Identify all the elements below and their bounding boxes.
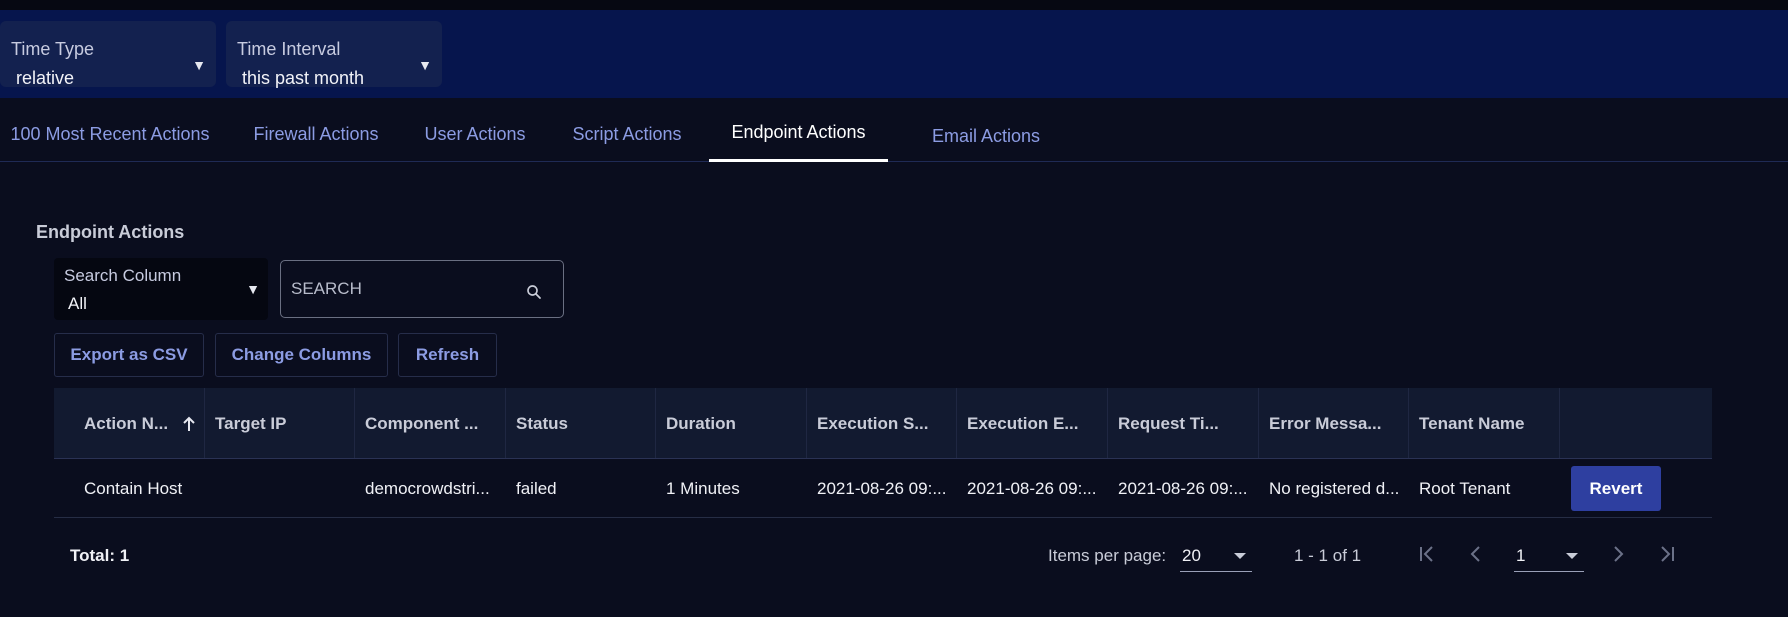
section-title: Endpoint Actions — [36, 222, 185, 242]
next-page-icon[interactable] — [1606, 542, 1630, 566]
column-header-actions — [1560, 388, 1712, 458]
search-input[interactable] — [291, 277, 511, 301]
column-header-target-ip[interactable]: Target IP — [205, 388, 355, 458]
tab-firewall-actions[interactable]: Firewall Actions — [236, 98, 396, 162]
cell-duration: 1 Minutes — [666, 479, 740, 498]
caret-down-icon — [1566, 553, 1578, 559]
column-header-execution-end[interactable]: Execution E... — [957, 388, 1108, 458]
time-type-value: relative — [16, 68, 75, 88]
time-type-select[interactable]: Time Type relative ▼ — [0, 21, 216, 88]
caret-down-icon: ▼ — [192, 57, 206, 73]
search-column-label: Search Column — [64, 266, 182, 285]
cell-target-ip — [205, 459, 355, 517]
endpoint-actions-table: Action N... Target IP Component ... Stat… — [54, 388, 1712, 518]
export-csv-button[interactable]: Export as CSV — [54, 333, 204, 377]
tab-email-actions[interactable]: Email Actions — [916, 98, 1056, 162]
column-header-label: Action N... — [84, 414, 169, 433]
time-interval-label: Time Interval — [237, 39, 341, 59]
cell-component: democrowdstri... — [365, 479, 490, 498]
column-header-execution-start[interactable]: Execution S... — [807, 388, 957, 458]
total-count: Total: 1 — [70, 546, 130, 565]
tab-user-actions[interactable]: User Actions — [410, 98, 540, 162]
table-row[interactable]: Contain Host democrowdstri... failed 1 M… — [54, 459, 1712, 518]
search-box — [280, 260, 564, 318]
last-page-icon[interactable] — [1654, 542, 1678, 566]
search-column-select[interactable]: Search Column All ▼ — [54, 258, 268, 320]
page-select[interactable]: 1 — [1514, 540, 1584, 572]
tab-endpoint-actions[interactable]: Endpoint Actions — [709, 98, 888, 162]
time-type-label: Time Type — [11, 39, 95, 59]
first-page-icon[interactable] — [1416, 542, 1440, 566]
items-per-page-label: Items per page: — [1048, 546, 1167, 565]
cell-request-time: 2021-08-26 09:... — [1118, 479, 1248, 498]
items-per-page-select[interactable]: 20 — [1180, 540, 1252, 572]
page-range: 1 - 1 of 1 — [1294, 546, 1362, 565]
column-header-status[interactable]: Status — [506, 388, 656, 458]
tab-100-most-recent-actions[interactable]: 100 Most Recent Actions — [0, 98, 220, 162]
column-header-request-time[interactable]: Request Ti... — [1108, 388, 1259, 458]
column-header-component[interactable]: Component ... — [355, 388, 506, 458]
tab-script-actions[interactable]: Script Actions — [556, 98, 698, 162]
caret-down-icon: ▼ — [418, 57, 432, 73]
cell-tenant-name: Root Tenant — [1419, 479, 1511, 498]
table-footer: Total: 1 Items per page: 20 1 - 1 of 1 1 — [54, 520, 1712, 590]
column-header-action-name[interactable]: Action N... — [54, 388, 205, 458]
top-strip — [0, 0, 1788, 10]
time-interval-value: this past month — [242, 68, 365, 88]
revert-button[interactable]: Revert — [1571, 466, 1661, 511]
items-per-page-value: 20 — [1182, 546, 1201, 565]
cell-status: failed — [516, 479, 557, 498]
refresh-button[interactable]: Refresh — [398, 333, 497, 377]
change-columns-button[interactable]: Change Columns — [215, 333, 388, 377]
filter-bar: Time Type relative ▼ Time Interval this … — [0, 10, 1788, 98]
search-column-value: All — [68, 294, 87, 313]
previous-page-icon[interactable] — [1464, 542, 1488, 566]
column-header-duration[interactable]: Duration — [656, 388, 807, 458]
caret-down-icon: ▼ — [246, 281, 260, 297]
search-icon[interactable] — [525, 283, 543, 301]
column-header-tenant-name[interactable]: Tenant Name — [1409, 388, 1560, 458]
cell-execution-end: 2021-08-26 09:... — [967, 479, 1097, 498]
action-tabs: 100 Most Recent Actions Firewall Actions… — [0, 98, 1788, 162]
table-header: Action N... Target IP Component ... Stat… — [54, 388, 1712, 459]
column-header-error-message[interactable]: Error Messa... — [1259, 388, 1409, 458]
caret-down-icon — [1234, 553, 1246, 559]
page-value: 1 — [1516, 546, 1526, 565]
cell-action-name: Contain Host — [84, 479, 183, 498]
cell-error-message: No registered d... — [1269, 479, 1400, 498]
cell-execution-start: 2021-08-26 09:... — [817, 479, 947, 498]
arrow-up-icon — [183, 416, 195, 431]
time-interval-select[interactable]: Time Interval this past month ▼ — [226, 21, 442, 88]
